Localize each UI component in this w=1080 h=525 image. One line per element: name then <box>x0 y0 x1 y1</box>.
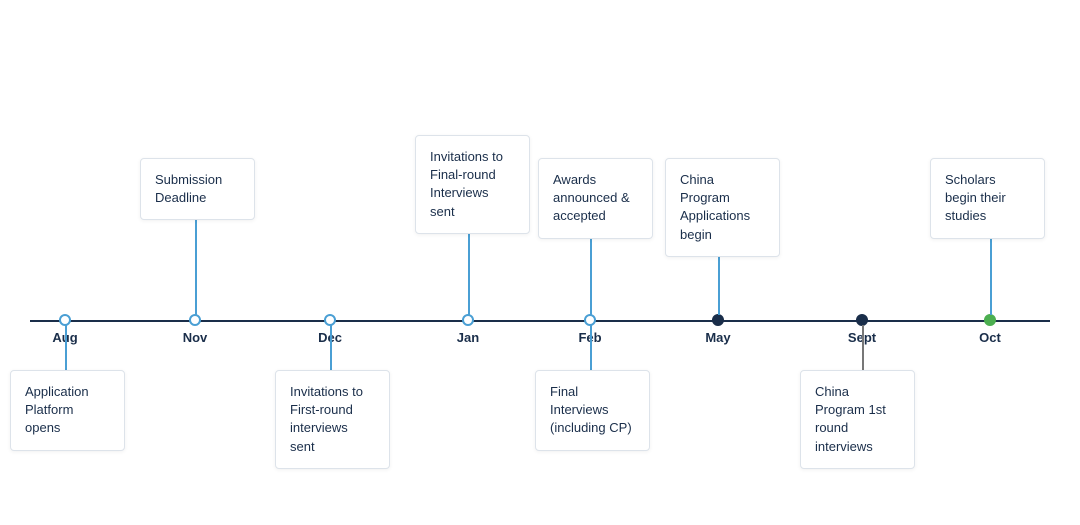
card-invitations-first: Invitations to First-round interviews se… <box>275 370 390 469</box>
timeline-dot-jan <box>462 314 474 326</box>
timeline-container: AugNovDecJanFebMaySeptOctSubmission Dead… <box>0 60 1080 525</box>
card-scholars-begin: Scholars begin their studies <box>930 158 1045 239</box>
card-invitations-final: Invitations to Final-round Interviews se… <box>415 135 530 234</box>
month-label-may: May <box>705 330 730 345</box>
month-label-jan: Jan <box>457 330 479 345</box>
connector-final-interviews <box>590 325 592 370</box>
card-awards-announced: Awards announced & accepted <box>538 158 653 239</box>
card-final-interviews: Final Interviews (including CP) <box>535 370 650 451</box>
card-china-applications: China Program Applications begin <box>665 158 780 257</box>
timeline-dot-may <box>712 314 724 326</box>
connector-app-platform <box>65 325 67 370</box>
connector-invitations-first <box>330 325 332 370</box>
timeline-line <box>30 320 1050 322</box>
month-label-oct: Oct <box>979 330 1001 345</box>
card-china-interviews: China Program 1st round interviews <box>800 370 915 469</box>
month-label-nov: Nov <box>183 330 208 345</box>
timeline-dot-nov <box>189 314 201 326</box>
connector-china-interviews <box>862 325 864 370</box>
timeline-dot-oct <box>984 314 996 326</box>
card-submission-deadline: Submission Deadline <box>140 158 255 220</box>
card-app-platform: Application Platform opens <box>10 370 125 451</box>
